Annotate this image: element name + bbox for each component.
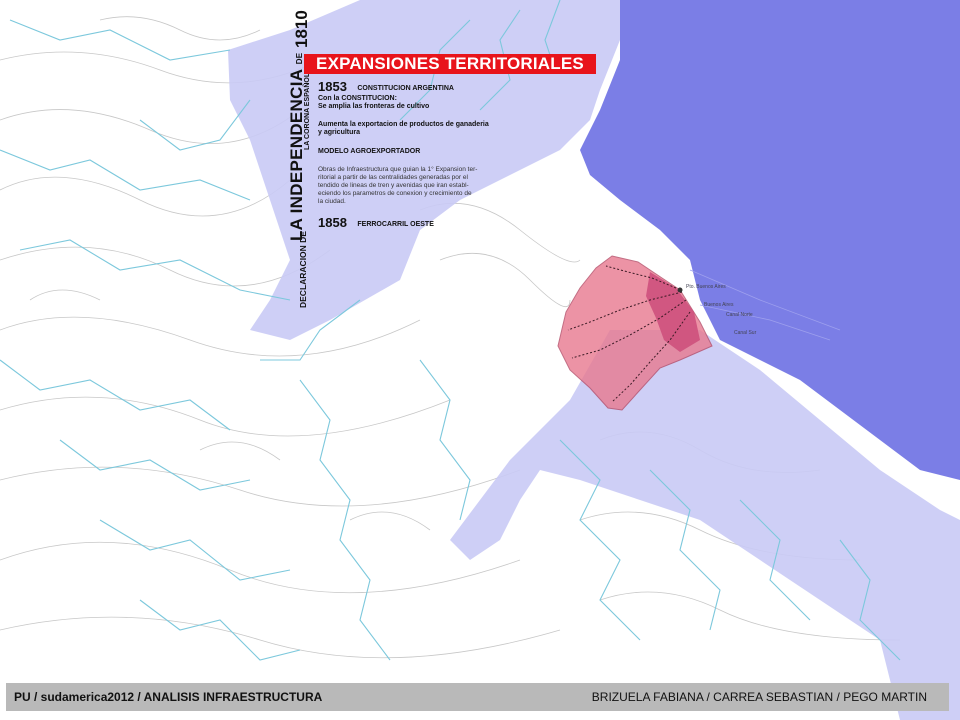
obras-line: eciendo los parametros de conexion y cre… xyxy=(318,190,472,197)
event-year: 1853 xyxy=(318,79,347,94)
footer-course: PU / sudamerica2012 / ANALISIS INFRAESTR… xyxy=(14,690,323,704)
event-1853: 1853 CONSTITUCION ARGENTINA xyxy=(318,78,508,96)
event-year: 1858 xyxy=(318,215,347,230)
obras-line: tendido de lineas de tren y avenidas que… xyxy=(318,182,469,189)
obras-line: ritorial a partir de las centralidades g… xyxy=(318,174,468,181)
footer-authors: BRIZUELA FABIANA / CARREA SEBASTIAN / PE… xyxy=(591,690,927,704)
corona-label: LA CORONA ESPAÑOLA xyxy=(304,67,311,150)
modelo-text: MODELO AGROEXPORTADOR xyxy=(318,148,421,155)
title-text: EXPANSIONES TERRITORIALES xyxy=(316,54,584,73)
label-canal-norte: Canal Norte xyxy=(726,312,753,318)
label-canal-sur: Canal Sur xyxy=(734,330,757,336)
exportacion-line2: y agricultura xyxy=(318,129,361,136)
title-banner: EXPANSIONES TERRITORIALES xyxy=(304,54,596,74)
obras-line: Obras de Infraestructura que guian la 1°… xyxy=(318,166,478,173)
constitucion-line1: Con la CONSTITUCION: xyxy=(318,95,397,102)
footer-bar: PU / sudamerica2012 / ANALISIS INFRAESTR… xyxy=(6,683,949,711)
port-marker xyxy=(677,287,683,293)
modelo-note: MODELO AGROEXPORTADOR xyxy=(318,148,508,156)
event-label: FERROCARRIL OESTE xyxy=(357,221,434,228)
constitucion-note: Con la CONSTITUCION: Se amplia las front… xyxy=(318,95,508,111)
year-1810: 1810 xyxy=(292,10,311,48)
obras-line: la ciudad. xyxy=(318,198,346,205)
exportacion-note: Aumenta la exportacion de productos de g… xyxy=(318,121,508,137)
event-label: CONSTITUCION ARGENTINA xyxy=(357,85,454,92)
label-buenos-aires: Buenos Aires xyxy=(704,302,734,308)
constitucion-line2: Se amplia las fronteras de cultivo xyxy=(318,103,430,110)
declaracion-label: DECLARACION DE xyxy=(298,231,308,308)
label-pto-buenos-aires: Pto. Buenos Aires xyxy=(686,284,726,290)
exportacion-line1: Aumenta la exportacion de productos de g… xyxy=(318,121,489,128)
event-1858: 1858 FERROCARRIL OESTE xyxy=(318,214,508,232)
obras-note: Obras de Infraestructura que guian la 1°… xyxy=(318,166,508,206)
de-text: DE xyxy=(295,52,304,65)
